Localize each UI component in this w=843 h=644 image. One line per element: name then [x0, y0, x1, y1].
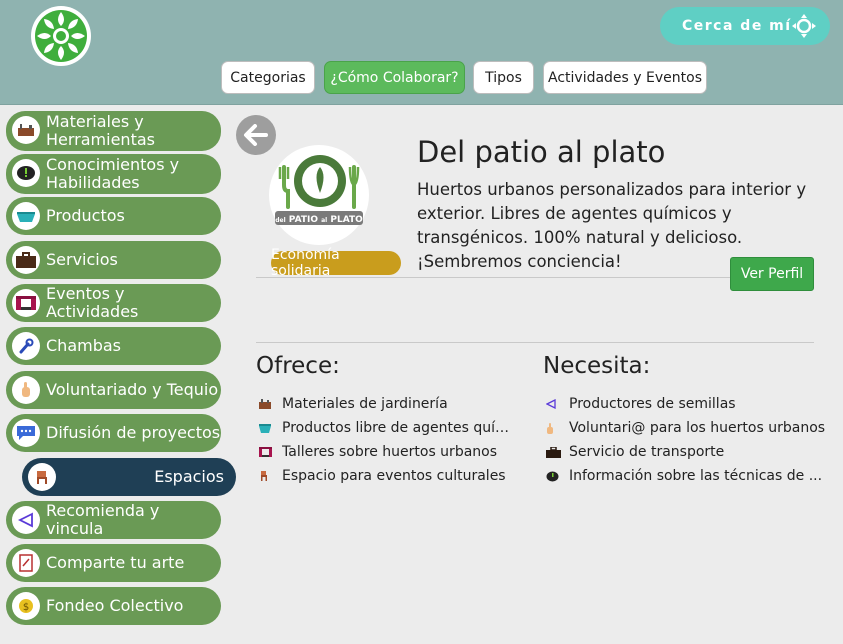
chat-icon [12, 419, 40, 447]
sidebar-item-label: Chambas [46, 336, 121, 355]
svg-text:$: $ [23, 602, 29, 613]
nav-categorias[interactable]: Categorias [221, 61, 315, 94]
sidebar-item-label: Fondeo Colectivo [46, 596, 184, 615]
briefcase-icon [543, 446, 569, 458]
needs-list: Productores de semillas Voluntari@ para … [543, 392, 833, 488]
sidebar-item-chambas[interactable]: Chambas [6, 327, 221, 365]
list-item: Productos libre de agentes químic... [256, 416, 510, 440]
nav-tipos[interactable]: Tipos [473, 61, 534, 94]
sidebar-item-label: Productos [46, 206, 125, 225]
needs-title: Necesita: [543, 353, 651, 379]
nav-como-colaborar[interactable]: ¿Cómo Colaborar? [324, 61, 465, 94]
sidebar-item-conocimientos[interactable]: Conocimientos y Habilidades [6, 154, 221, 194]
thought-bubble-icon [12, 159, 40, 187]
list-item: Productores de semillas [543, 392, 833, 416]
basket-icon [12, 202, 40, 230]
list-item: Información sobre las técnicas de ... [543, 464, 833, 488]
chair-icon [28, 463, 56, 491]
list-item: Talleres sobre huertos urbanos [256, 440, 510, 464]
app-logo-icon [32, 7, 90, 65]
basket-icon [256, 423, 282, 433]
sidebar-item-recomienda[interactable]: Recomienda y vincula [6, 501, 221, 539]
share-icon [12, 506, 40, 534]
hand-icon [12, 376, 40, 404]
sidebar-item-servicios[interactable]: Servicios [6, 241, 221, 279]
sidebar-item-label: Difusión de proyectos [46, 423, 221, 442]
sidebar-item-difusion[interactable]: Difusión de proyectos [6, 414, 221, 452]
sidebar-item-eventos[interactable]: Eventos y Actividades [6, 284, 221, 322]
profile-title: Del patio al plato [417, 135, 666, 169]
list-item: Voluntari@ para los huertos urbanos [543, 416, 833, 440]
sidebar-item-label: Voluntariado y Tequio [46, 380, 219, 399]
crosshair-icon [792, 14, 816, 38]
sidebar-item-espacios[interactable]: Espacios [22, 458, 236, 496]
sidebar-item-label: Eventos y Actividades [46, 284, 139, 321]
nav-actividades-eventos[interactable]: Actividades y Eventos [543, 61, 707, 94]
near-me-label: Cerca de mí [682, 18, 792, 34]
sidebar-item-label: Espacios [154, 467, 224, 486]
artwork-icon [12, 549, 40, 577]
stage-icon [12, 289, 40, 317]
chair-icon [256, 471, 282, 481]
category-badge: Economía solidaria [271, 247, 401, 279]
sidebar-item-label: Recomienda y vincula [46, 501, 160, 538]
offers-title: Ofrece: [256, 353, 340, 379]
category-sidebar: Materiales y Herramientas Conocimientos … [0, 105, 240, 644]
list-item: Materiales de jardinería [256, 392, 510, 416]
divider [256, 277, 730, 278]
thought-bubble-icon [543, 471, 569, 482]
near-me-button[interactable]: Cerca de mí [660, 7, 830, 45]
stage-icon [256, 447, 282, 457]
sidebar-item-label: Conocimientos y Habilidades [46, 155, 180, 192]
wrench-icon [12, 332, 40, 360]
share-icon [543, 399, 569, 409]
tools-icon [256, 399, 282, 409]
offers-list: Materiales de jardinería Productos libre… [256, 392, 510, 488]
sidebar-item-comparte-arte[interactable]: Comparte tu arte [6, 544, 221, 582]
sidebar-item-materiales[interactable]: Materiales y Herramientas [6, 111, 221, 151]
list-item: Espacio para eventos culturales [256, 464, 510, 488]
patio-plato-logo: del PATIO al PLATO [270, 146, 368, 244]
sidebar-item-voluntariado[interactable]: Voluntariado y Tequio [6, 371, 221, 409]
svg-text:del PATIO al PLATO: del PATIO al PLATO [275, 215, 363, 225]
sidebar-item-label: Comparte tu arte [46, 553, 185, 572]
arrow-left-icon [244, 124, 268, 146]
app-logo[interactable] [31, 6, 91, 66]
list-item: Servicio de transporte [543, 440, 833, 464]
sidebar-item-label: Materiales y Herramientas [46, 112, 155, 149]
sidebar-item-productos[interactable]: Productos [6, 197, 221, 235]
coin-icon: $ [12, 592, 40, 620]
sidebar-item-label: Servicios [46, 250, 118, 269]
sidebar-item-fondeo[interactable]: $ Fondeo Colectivo [6, 587, 221, 625]
view-profile-button[interactable]: Ver Perfil [730, 257, 814, 291]
header: Cerca de mí Categorias ¿Cómo Colaborar? … [0, 0, 843, 105]
tools-icon [12, 116, 40, 144]
briefcase-icon [12, 246, 40, 274]
hand-icon [543, 422, 569, 434]
profile-avatar: del PATIO al PLATO [269, 145, 369, 245]
divider [256, 342, 814, 343]
